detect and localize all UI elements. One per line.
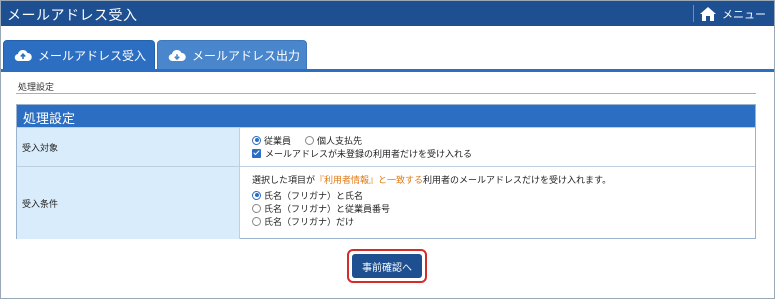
description-highlight: 『利用者情報』と一致する <box>315 175 424 186</box>
radio-label: 氏名（フリガナ）と従業員番号 <box>264 204 391 215</box>
app-title: メールアドレス受入 <box>7 8 138 24</box>
menu-button[interactable]: メニュー <box>699 3 771 24</box>
condition-option: 氏名（フリガナ）と従業員番号 <box>252 202 755 215</box>
condition-option: 氏名（フリガナ）だけ <box>252 215 755 228</box>
unregistered-only-option: メールアドレスが未登録の利用者だけを受け入れる <box>252 147 755 160</box>
settings-panel: 処理設定 受入対象 従業員 個人支払先 メールアドレスが未登録の利用者だけを受け… <box>16 104 756 239</box>
title-bar: メールアドレス受入 メニュー <box>1 1 774 26</box>
row-value: 従業員 個人支払先 メールアドレスが未登録の利用者だけを受け入れる <box>240 128 755 166</box>
tab-label: メールアドレス受入 <box>38 48 147 63</box>
radio-kana-and-name[interactable] <box>252 190 261 200</box>
menu-label: メニュー <box>722 7 766 21</box>
unregistered-only-checkbox[interactable] <box>252 148 261 158</box>
row-label: 受入対象 <box>17 128 240 166</box>
confirm-button-highlight: 事前確認へ <box>347 249 427 283</box>
row-value: 選択した項目が 『利用者情報』と一致する 利用者のメールアドレスだけを受け入れます。… <box>240 167 755 239</box>
unregistered-only-label: メールアドレスが未登録の利用者だけを受け入れる <box>265 149 473 160</box>
menu-separator <box>693 5 694 22</box>
tab-label: メールアドレス出力 <box>192 48 301 63</box>
row-import-target: 受入対象 従業員 個人支払先 メールアドレスが未登録の利用者だけを受け入れる <box>17 127 755 166</box>
section-divider <box>16 93 756 94</box>
row-label: 受入条件 <box>17 167 240 239</box>
condition-description: 選択した項目が 『利用者情報』と一致する 利用者のメールアドレスだけを受け入れます。 <box>252 173 755 186</box>
radio-employee[interactable] <box>252 135 261 145</box>
section-label: 処理設定 <box>18 83 55 93</box>
target-options: 従業員 個人支払先 <box>252 134 755 147</box>
description-prefix: 選択した項目が <box>252 175 316 186</box>
radio-individual-payee-label: 個人支払先 <box>317 136 363 147</box>
tab-bar: メールアドレス受入 メールアドレス出力 <box>1 26 774 70</box>
radio-kana-only[interactable] <box>252 216 261 226</box>
tab-underline <box>1 69 774 72</box>
panel-title: 処理設定 <box>17 105 755 127</box>
description-suffix: 利用者のメールアドレスだけを受け入れます。 <box>423 175 612 186</box>
condition-option: 氏名（フリガナ）と氏名 <box>252 189 755 202</box>
radio-label: 氏名（フリガナ）だけ <box>264 217 355 228</box>
tab-email-export[interactable]: メールアドレス出力 <box>157 40 307 70</box>
radio-label: 氏名（フリガナ）と氏名 <box>264 191 364 202</box>
row-import-condition: 受入条件 選択した項目が 『利用者情報』と一致する 利用者のメールアドレスだけを受け… <box>17 166 755 239</box>
cloud-download-icon <box>168 49 186 62</box>
tab-email-import[interactable]: メールアドレス受入 <box>3 40 155 70</box>
radio-individual-payee[interactable] <box>305 135 315 145</box>
home-icon <box>700 6 716 21</box>
radio-employee-label: 従業員 <box>264 136 292 147</box>
radio-kana-and-employee-number[interactable] <box>252 203 261 213</box>
cloud-upload-icon <box>14 49 32 62</box>
pre-check-button[interactable]: 事前確認へ <box>352 254 422 278</box>
